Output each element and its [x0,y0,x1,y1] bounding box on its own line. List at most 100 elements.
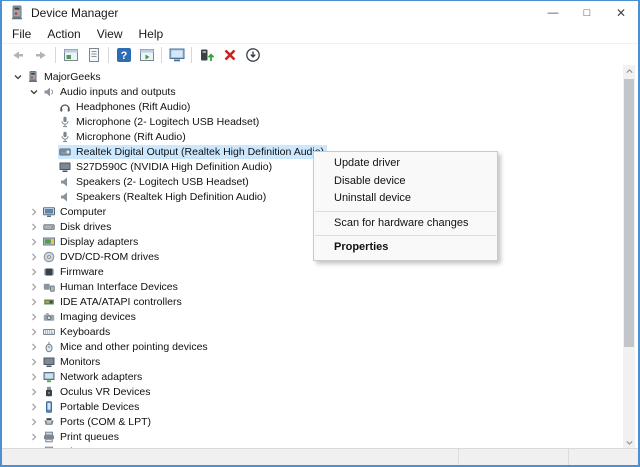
selected-tree-node[interactable]: Realtek Digital Output (Realtek High Def… [58,144,328,159]
tree-item[interactable]: Ports (COM & LPT) [2,414,638,429]
tree-item[interactable]: Network adapters [2,369,638,384]
display-icon [43,236,56,248]
tree-item[interactable]: Print queues [2,429,638,444]
tree-node[interactable]: Monitors [42,355,103,369]
chevron-right-icon[interactable] [26,251,42,263]
tree-item-label: Keyboards [60,325,111,338]
tree-item[interactable]: Keyboards [2,324,638,339]
tree-node[interactable]: Mice and other pointing devices [42,340,211,354]
tree-item-label: Portable Devices [60,400,140,413]
tree-node[interactable]: Keyboards [42,325,113,339]
tree-node[interactable]: Firmware [42,265,107,279]
chevron-right-icon[interactable] [26,416,42,428]
tree-node[interactable]: Speakers (2- Logitech USB Headset) [58,175,252,189]
menu-item-uninstall-device[interactable]: Uninstall device [314,190,497,208]
disk-icon [43,221,56,233]
tree-node[interactable]: Human Interface Devices [42,280,181,294]
chevron-right-icon[interactable] [26,371,42,383]
chevron-right-icon[interactable] [26,341,42,353]
tree-node[interactable]: Network adapters [42,370,145,384]
tree-item[interactable]: Monitors [2,354,638,369]
menu-action[interactable]: Action [39,27,88,41]
tree-item[interactable]: Imaging devices [2,309,638,324]
uninstall-device-button[interactable] [218,45,241,64]
back-button[interactable] [6,45,29,64]
tree-node[interactable]: Disk drives [42,220,114,234]
tree-item[interactable]: Human Interface Devices [2,279,638,294]
tree-item[interactable]: Mice and other pointing devices [2,339,638,354]
action-pane-button[interactable] [135,45,158,64]
chevron-right-icon[interactable] [26,311,42,323]
help-button[interactable]: ? [112,45,135,64]
tree-item-label: Oculus VR Devices [60,385,151,398]
tree-node[interactable]: Oculus VR Devices [42,385,153,399]
chevron-right-icon[interactable] [26,206,42,218]
tree-node[interactable]: Display adapters [42,235,141,249]
tree-item[interactable]: Oculus VR Devices [2,384,638,399]
tree-node[interactable]: Microphone (2- Logitech USB Headset) [58,115,262,129]
tree-node[interactable]: Imaging devices [42,310,139,324]
disable-device-button[interactable] [241,45,264,64]
chevron-right-icon[interactable] [26,326,42,338]
vertical-scrollbar[interactable] [623,65,635,449]
tree-item[interactable]: Microphone (2- Logitech USB Headset) [2,114,638,129]
tree-item-label: Speakers (Realtek High Definition Audio) [76,190,267,203]
maximize-button[interactable]: □ [570,1,604,24]
tree-node[interactable]: Speakers (Realtek High Definition Audio) [58,190,269,204]
tree-item-label: Monitors [60,355,101,368]
tree-node[interactable]: DVD/CD-ROM drives [42,250,162,264]
menu-item-scan-hardware-changes[interactable]: Scan for hardware changes [314,215,497,233]
help-icon: ? [116,47,132,63]
tree-item[interactable]: Firmware [2,264,638,279]
tree-node[interactable]: Audio inputs and outputs [42,85,179,99]
console-tree-button[interactable] [59,45,82,64]
update-driver-button[interactable] [195,45,218,64]
tree-node[interactable]: MajorGeeks [26,70,104,84]
tree-item[interactable]: Headphones (Rift Audio) [2,99,638,114]
tree-node[interactable]: IDE ATA/ATAPI controllers [42,295,185,309]
back-icon [10,47,26,63]
chevron-right-icon[interactable] [26,281,42,293]
tree-item-label: Speakers (2- Logitech USB Headset) [76,175,249,188]
tree-item[interactable]: Audio inputs and outputs [2,84,638,99]
chevron-right-icon[interactable] [26,356,42,368]
chevron-right-icon[interactable] [26,296,42,308]
tree-node[interactable]: Portable Devices [42,400,142,414]
tree-item[interactable]: IDE ATA/ATAPI controllers [2,294,638,309]
chevron-right-icon[interactable] [26,266,42,278]
tree-item-label: Network adapters [60,370,143,383]
tree-node[interactable]: Headphones (Rift Audio) [58,100,193,114]
chevron-down-icon[interactable] [26,86,42,98]
scan-hardware-button[interactable] [165,45,188,64]
menu-file[interactable]: File [4,27,39,41]
menu-item-properties[interactable]: Properties [314,239,497,257]
tree-node[interactable]: S27D590C (NVIDIA High Definition Audio) [58,160,275,174]
minimize-button[interactable]: — [536,1,570,24]
chevron-right-icon[interactable] [26,236,42,248]
tree-item[interactable]: Microphone (Rift Audio) [2,129,638,144]
menu-view[interactable]: View [89,27,131,41]
chevron-down-icon[interactable] [10,71,26,83]
tree-item[interactable]: MajorGeeks [2,69,638,84]
tree-node[interactable]: Microphone (Rift Audio) [58,130,189,144]
menu-item-update-driver[interactable]: Update driver [314,155,497,173]
audio-icon [43,86,56,98]
scrollbar-thumb[interactable] [624,79,634,347]
menu-help[interactable]: Help [131,27,172,41]
tree-node[interactable]: Computer [42,205,109,219]
tree-item-label: Microphone (2- Logitech USB Headset) [76,115,260,128]
scroll-up-icon[interactable] [623,65,635,78]
speaker-icon [59,176,72,188]
tree-item[interactable]: Portable Devices [2,399,638,414]
properties-button[interactable] [82,45,105,64]
chevron-right-icon[interactable] [26,401,42,413]
chevron-right-icon[interactable] [26,431,42,443]
close-button[interactable]: ✕ [604,1,638,24]
tree-node[interactable]: Ports (COM & LPT) [42,415,154,429]
forward-button[interactable] [29,45,52,64]
tree-node[interactable]: Print queues [42,430,122,444]
chevron-right-icon[interactable] [26,386,42,398]
menu-item-disable-device[interactable]: Disable device [314,173,497,191]
chevron-right-icon[interactable] [26,221,42,233]
device-manager-icon [9,5,25,21]
